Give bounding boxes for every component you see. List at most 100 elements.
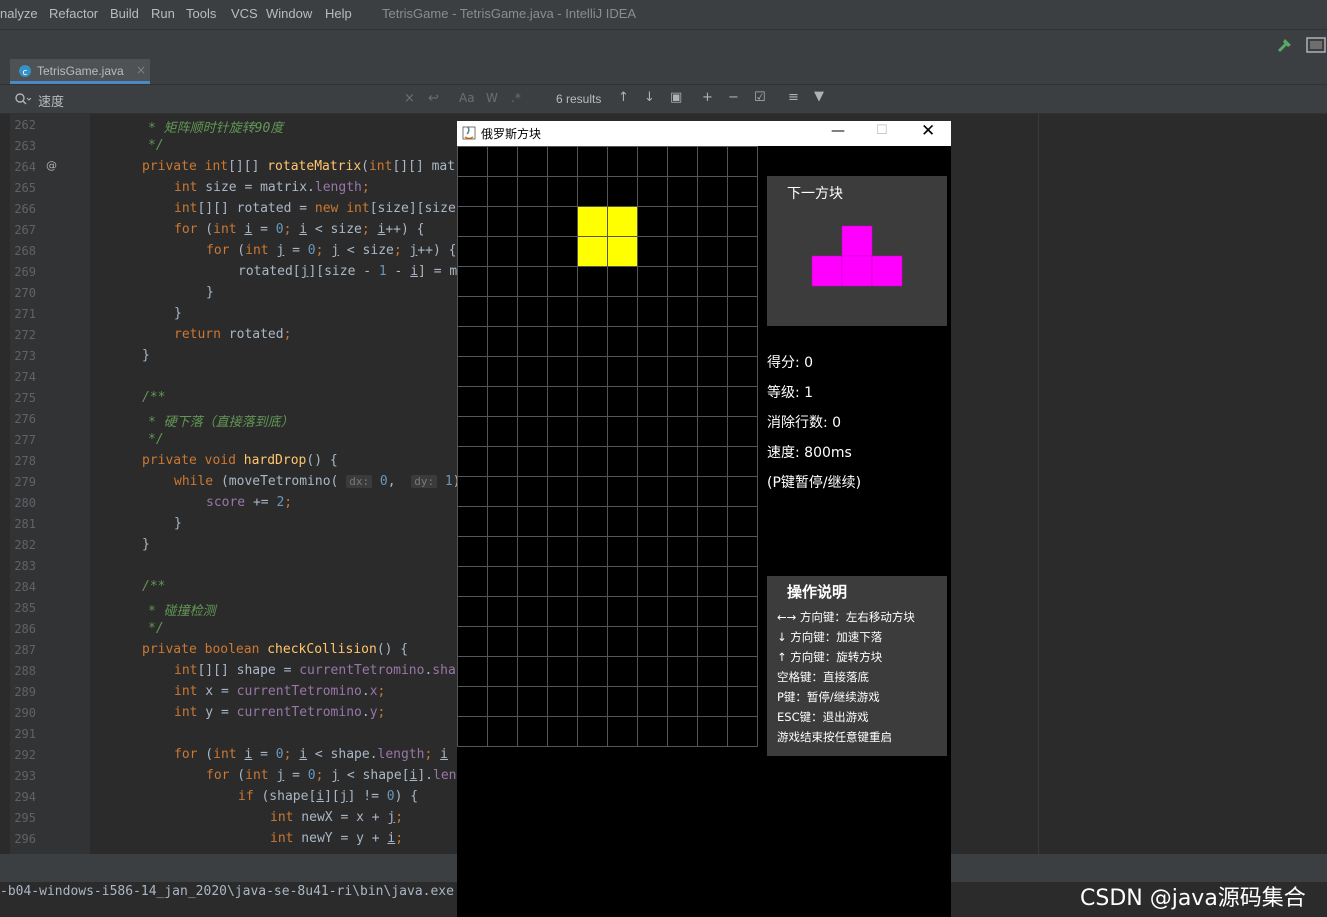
code-line-292: for (int i = 0; i < shape.length; i — [174, 747, 448, 762]
tetris-game-window[interactable]: 俄罗斯方块 — ☐ ✕ 下一方块 得分: 0 等级: 1 消除行数: 0 速度:… — [457, 121, 951, 917]
pause-hint: (P键暂停/继续) — [767, 475, 862, 491]
code-line-289: int x = currentTetromino.x; — [174, 684, 386, 699]
next-piece-panel: 下一方块 — [767, 176, 947, 326]
menu-run[interactable]: Run — [151, 6, 175, 21]
build-hammer-icon[interactable] — [1276, 36, 1294, 54]
new-line-icon[interactable]: ↩ — [428, 91, 439, 106]
line-number: 284 — [14, 580, 36, 594]
code-line-262: * 矩阵顺时针旋转90度 — [148, 121, 284, 136]
line-number: 278 — [14, 454, 36, 468]
menu-analyze[interactable]: nalyze — [0, 6, 38, 21]
line-number: 296 — [14, 832, 36, 846]
add-occurrence-icon[interactable]: + — [702, 90, 713, 105]
select-all-occurrences-icon[interactable]: ▣ — [670, 90, 682, 105]
menu-tools[interactable]: Tools — [186, 6, 216, 21]
line-number: 265 — [14, 181, 36, 195]
line-number: 291 — [14, 727, 36, 741]
close-window-icon[interactable]: ✕ — [921, 121, 935, 141]
help-line-exit: ESC键：退出游戏 — [777, 710, 869, 724]
next-occurrence-icon[interactable]: ↓ — [644, 90, 655, 105]
previous-occurrence-icon[interactable]: ↑ — [618, 90, 629, 105]
search-query: 速度 — [38, 94, 65, 109]
game-window-title: 俄罗斯方块 — [481, 127, 542, 141]
speed-text: 速度: 800ms — [767, 445, 852, 461]
line-number: 269 — [14, 265, 36, 279]
code-line-277: */ — [148, 432, 164, 447]
line-number: 295 — [14, 811, 36, 825]
close-icon[interactable]: × — [136, 63, 146, 77]
java-app-icon — [462, 126, 476, 140]
menu-build[interactable]: Build — [110, 6, 139, 21]
line-number: 275 — [14, 391, 36, 405]
line-number: 285 — [14, 601, 36, 615]
line-number: 289 — [14, 685, 36, 699]
code-line-296: int newY = y + i; — [270, 831, 404, 846]
tab-label: TetrisGame.java — [37, 64, 124, 78]
line-number: 292 — [14, 748, 36, 762]
filter-icon[interactable]: ▼ — [814, 89, 824, 104]
code-line-280: score += 2; — [206, 495, 293, 510]
line-number: 272 — [14, 328, 36, 342]
line-number: 267 — [14, 223, 36, 237]
console-path: -b04-windows-i586-14_jan_2020\java-se-8u… — [0, 884, 454, 899]
code-line-266: int[][] rotated = new int[size][size — [174, 201, 456, 216]
menu-refactor[interactable]: Refactor — [49, 6, 98, 21]
regex-toggle[interactable]: .* — [511, 91, 521, 105]
code-line-281: } — [174, 516, 182, 531]
next-piece-cell — [871, 255, 903, 287]
line-number: 271 — [14, 307, 36, 321]
minimize-icon[interactable]: — — [831, 123, 845, 139]
line-number: 268 — [14, 244, 36, 258]
menu-help[interactable]: Help — [325, 6, 352, 21]
search-input[interactable]: 速度 × ↩ — [8, 87, 448, 111]
menu-vcs[interactable]: VCS — [231, 6, 258, 21]
code-line-286: */ — [148, 621, 164, 636]
help-line-move: ←→ 方向键：左右移动方块 — [777, 610, 915, 624]
code-line-276: * 硬下落（直接落到底） — [148, 415, 294, 430]
search-icon — [15, 93, 32, 105]
line-number: 273 — [14, 349, 36, 363]
code-line-287: private boolean checkCollision() { — [142, 642, 409, 657]
game-board[interactable] — [457, 146, 759, 748]
match-case-toggle[interactable]: Aa — [459, 91, 475, 105]
code-line-265: int size = matrix.length; — [174, 180, 370, 195]
menu-window[interactable]: Window — [266, 6, 312, 21]
code-line-263: */ — [148, 138, 164, 153]
code-line-290: int y = currentTetromino.y; — [174, 705, 386, 720]
menu-bar: nalyze Refactor Build Run Tools VCS Wind… — [0, 0, 1327, 29]
watermark: CSDN @java源码集合 — [1080, 886, 1306, 911]
code-line-288: int[][] shape = currentTetromino.sha — [174, 663, 456, 678]
code-line-294: if (shape[i][j] != 0) { — [238, 789, 419, 804]
line-number: 286 — [14, 622, 36, 636]
project-structure-icon[interactable] — [1305, 35, 1327, 55]
next-piece-cell — [841, 255, 873, 287]
maximize-icon[interactable]: ☐ — [876, 123, 888, 138]
line-numbers: 262 263 264 265 266 267 268 269 270 271 272 273 274 2… — [0, 114, 90, 854]
line-number: 270 — [14, 286, 36, 300]
help-line-pause: P键：暂停/继续游戏 — [777, 690, 880, 704]
remove-occurrence-icon[interactable]: − — [728, 90, 739, 105]
override-marker-icon[interactable]: @ — [46, 159, 57, 172]
tab-tetrisgame-java[interactable]: c TetrisGame.java × — [10, 59, 150, 84]
code-line-268: for (int j = 0; j < size; j++) { — [206, 243, 457, 258]
editor-tab-bar: c TetrisGame.java × — [0, 59, 1327, 85]
line-number: 276 — [14, 412, 36, 426]
clear-search-icon[interactable]: × — [404, 91, 415, 106]
line-number: 283 — [14, 559, 36, 573]
code-line-271: } — [174, 306, 182, 321]
instructions-title: 操作说明 — [787, 583, 848, 601]
help-line-rotate: ↑ 方向键：旋转方块 — [777, 650, 883, 664]
select-occurrences-icon[interactable]: ☑ — [754, 90, 766, 105]
words-toggle[interactable]: W — [486, 91, 498, 105]
next-piece-cell — [841, 225, 873, 257]
line-number: 288 — [14, 664, 36, 678]
main-toolbar — [0, 29, 1327, 60]
help-line-harddrop: 空格键：直接落底 — [777, 670, 869, 684]
search-in-selection-icon[interactable]: ≡ — [788, 90, 799, 105]
find-bar: 速度 × ↩ Aa W .* 6 results ↑ ↓ ▣ + − ☑ ≡ ▼ — [0, 85, 1327, 114]
code-line-279: while (moveTetromino( dx: 0, dy: 1)) — [174, 474, 468, 489]
current-piece-cell — [577, 236, 608, 267]
current-piece-cell — [607, 206, 638, 237]
line-number: 266 — [14, 202, 36, 216]
right-margin-guide — [1038, 114, 1039, 854]
